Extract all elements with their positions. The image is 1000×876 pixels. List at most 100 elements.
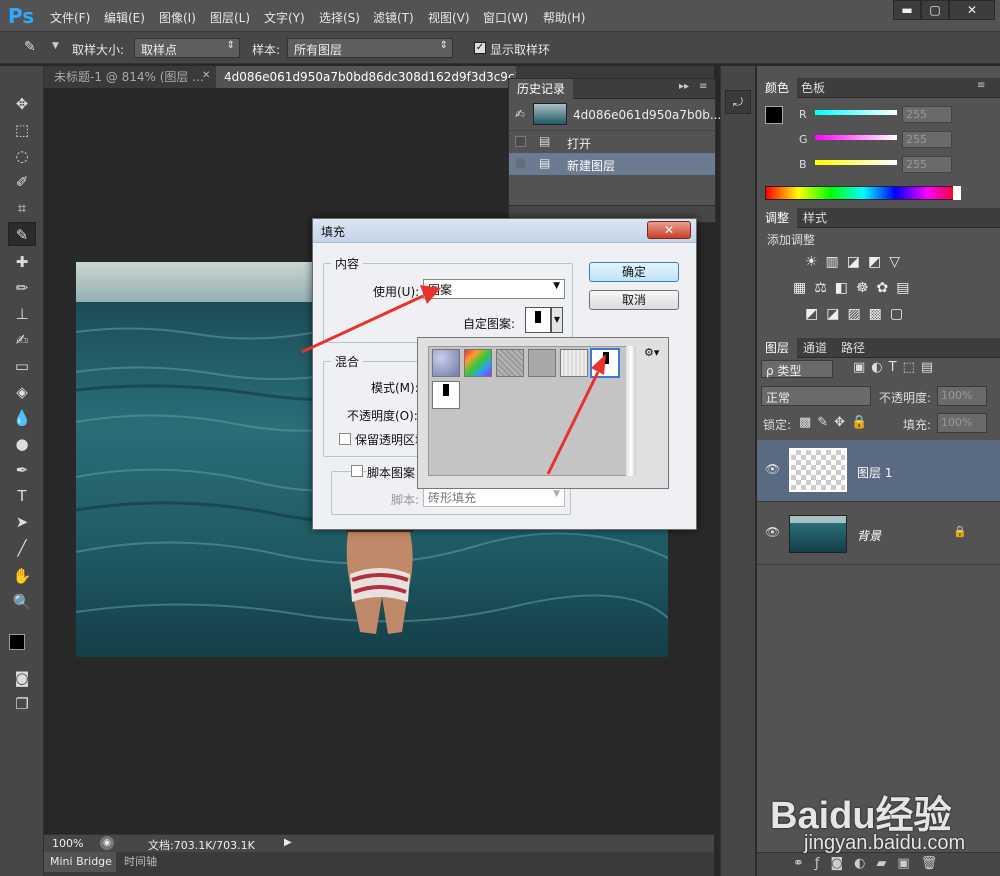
cancel-button[interactable]: 取消 bbox=[589, 290, 679, 310]
history-state-checkbox[interactable] bbox=[515, 158, 526, 169]
visibility-eye-icon[interactable]: 👁 bbox=[765, 462, 780, 476]
lasso-tool-icon[interactable]: ◌ bbox=[8, 144, 36, 168]
menu-edit[interactable]: 编辑(E) bbox=[104, 9, 145, 26]
sample-size-select[interactable]: 取样点 ⇕ bbox=[134, 38, 240, 58]
tab-mini-bridge[interactable]: Mini Bridge bbox=[44, 852, 116, 872]
path-select-tool-icon[interactable]: ➤ bbox=[8, 510, 36, 534]
pattern-swatch-custom-selected[interactable] bbox=[590, 348, 620, 378]
adjustment-icons-row3[interactable]: ◩◪▨▩▢ bbox=[805, 306, 975, 322]
pattern-scrollbar[interactable] bbox=[626, 346, 636, 476]
pattern-swatch-white-noise[interactable] bbox=[560, 349, 588, 377]
opacity-field[interactable]: 100% bbox=[937, 386, 987, 406]
pattern-dropdown-arrow-icon[interactable]: ▼ bbox=[551, 307, 563, 333]
healing-tool-icon[interactable]: ✚ bbox=[8, 250, 36, 274]
layer-row-background[interactable]: 👁 背景 🔒 bbox=[757, 503, 1000, 565]
brush-tool-icon[interactable]: ✏ bbox=[8, 276, 36, 300]
visibility-eye-icon[interactable]: 👁 bbox=[765, 525, 780, 539]
crop-tool-icon[interactable]: ⌗ bbox=[8, 196, 36, 220]
menu-select[interactable]: 选择(S) bbox=[319, 9, 360, 26]
hand-tool-icon[interactable]: ✋ bbox=[8, 564, 36, 588]
tab-active-document[interactable]: 4d086e061d950a7b0bd86dc308d162d9f3d3c9c3… bbox=[216, 66, 516, 88]
tab-paths[interactable]: 路径 bbox=[833, 338, 873, 358]
menu-layer[interactable]: 图层(L) bbox=[210, 9, 250, 26]
history-item-new-layer[interactable]: ▤ 新建图层 bbox=[509, 153, 715, 175]
foreground-color-swatch[interactable] bbox=[765, 106, 783, 124]
pattern-swatch-custom-new[interactable] bbox=[432, 381, 460, 409]
minimize-button[interactable]: ▬ bbox=[893, 0, 921, 20]
layer-name[interactable]: 图层 1 bbox=[857, 464, 892, 481]
green-value-field[interactable]: 255 bbox=[902, 131, 952, 148]
chevron-down-icon[interactable]: ▼ bbox=[52, 41, 59, 51]
sample-select[interactable]: 所有图层 ⇕ bbox=[287, 38, 453, 58]
color-spectrum[interactable] bbox=[765, 186, 961, 200]
collapse-icon[interactable]: ▸▸ bbox=[679, 81, 689, 92]
tab-history[interactable]: 历史记录 bbox=[509, 79, 574, 99]
screen-mode-icon[interactable]: ❐ bbox=[8, 692, 36, 716]
maximize-button[interactable]: ▢ bbox=[921, 0, 949, 20]
menu-image[interactable]: 图像(I) bbox=[159, 9, 196, 26]
preserve-transparency-checkbox[interactable] bbox=[339, 433, 351, 445]
tab-untitled[interactable]: 未标题-1 @ 814% (图层 ... bbox=[46, 66, 214, 88]
eraser-tool-icon[interactable]: ▭ bbox=[8, 354, 36, 378]
layer-filter-select[interactable]: ρ 类型 bbox=[761, 360, 833, 378]
lock-icons[interactable]: ▩✎✥🔒 bbox=[799, 415, 873, 430]
layer-row-layer1[interactable]: 👁 图层 1 bbox=[757, 440, 1000, 502]
menu-filter[interactable]: 滤镜(T) bbox=[373, 9, 414, 26]
line-tool-icon[interactable]: ╱ bbox=[8, 536, 36, 560]
blue-slider[interactable] bbox=[815, 160, 897, 165]
pattern-swatch-gray[interactable] bbox=[528, 349, 556, 377]
tab-styles[interactable]: 样式 bbox=[795, 208, 835, 228]
tab-channels[interactable]: 通道 bbox=[795, 338, 835, 358]
dodge-tool-icon[interactable]: ● bbox=[8, 432, 36, 456]
tab-timeline[interactable]: 时间轴 bbox=[118, 852, 168, 872]
history-state-checkbox[interactable] bbox=[515, 136, 526, 147]
status-info-icon[interactable]: ◉ bbox=[100, 836, 114, 850]
red-value-field[interactable]: 255 bbox=[902, 106, 952, 123]
pattern-gear-icon[interactable]: ⚙▾ bbox=[644, 346, 659, 359]
bucket-tool-icon[interactable]: ◈ bbox=[8, 380, 36, 404]
history-snapshot[interactable]: ✍ 4d086e061d950a7b0b... bbox=[509, 99, 721, 131]
show-ring-checkbox[interactable]: ✓ bbox=[474, 42, 486, 54]
foreground-color-swatch[interactable] bbox=[9, 634, 25, 650]
pen-tool-icon[interactable]: ✒ bbox=[8, 458, 36, 482]
quick-mask-icon[interactable]: ◙ bbox=[8, 666, 36, 690]
stamp-tool-icon[interactable]: ⊥ bbox=[8, 302, 36, 326]
tab-swatches[interactable]: 色板 bbox=[793, 78, 833, 98]
use-select[interactable]: 图案 ▼ bbox=[423, 279, 565, 299]
history-dock-icon[interactable]: ⤾ bbox=[725, 90, 751, 114]
close-window-button[interactable]: ✕ bbox=[949, 0, 995, 20]
menu-type[interactable]: 文字(Y) bbox=[264, 9, 305, 26]
red-slider[interactable] bbox=[815, 110, 897, 115]
blend-mode-select[interactable]: 正常 bbox=[761, 386, 871, 406]
adjustment-icons-row1[interactable]: ☀▥◪◩▽ bbox=[805, 254, 975, 270]
fill-field[interactable]: 100% bbox=[937, 413, 987, 433]
tab-adjustments[interactable]: 调整 bbox=[757, 208, 798, 228]
panel-menu-icon[interactable]: ≡ bbox=[699, 81, 707, 92]
pattern-swatch-granite[interactable] bbox=[496, 349, 524, 377]
script-select[interactable]: 砖形填充 ▼ bbox=[423, 487, 565, 507]
dialog-close-button[interactable]: ✕ bbox=[647, 221, 691, 239]
eyedropper-tool-icon[interactable]: ✎ bbox=[8, 222, 36, 246]
history-item-open[interactable]: ▤ 打开 bbox=[509, 131, 715, 153]
ok-button[interactable]: 确定 bbox=[589, 262, 679, 282]
zoom-level[interactable]: 100% bbox=[52, 837, 83, 850]
pattern-swatch-bubbles[interactable] bbox=[432, 349, 460, 377]
panel-menu-icon[interactable]: ≡ bbox=[977, 80, 985, 91]
menu-view[interactable]: 视图(V) bbox=[428, 9, 470, 26]
type-tool-icon[interactable]: T bbox=[8, 484, 36, 508]
status-menu-arrow-icon[interactable]: ▶ bbox=[284, 837, 292, 848]
custom-pattern-preview[interactable] bbox=[525, 307, 551, 333]
history-brush-tool-icon[interactable]: ✍ bbox=[8, 328, 36, 352]
blur-tool-icon[interactable]: 💧 bbox=[8, 406, 36, 430]
script-pattern-checkbox[interactable] bbox=[351, 465, 363, 477]
tab-layers[interactable]: 图层 bbox=[757, 338, 798, 358]
marquee-tool-icon[interactable]: ⬚ bbox=[8, 118, 36, 142]
adjustment-icons-row2[interactable]: ▦⚖◧☸✿▤ bbox=[793, 280, 973, 296]
close-icon[interactable]: ✕ bbox=[202, 70, 210, 81]
zoom-tool-icon[interactable]: 🔍 bbox=[8, 590, 36, 614]
menu-window[interactable]: 窗口(W) bbox=[483, 9, 528, 26]
layer-filter-icons[interactable]: ▣◐T⬚▤ bbox=[853, 360, 983, 375]
menu-file[interactable]: 文件(F) bbox=[50, 9, 90, 26]
tab-color[interactable]: 颜色 bbox=[757, 78, 798, 98]
pattern-swatch-tie-dye[interactable] bbox=[464, 349, 492, 377]
